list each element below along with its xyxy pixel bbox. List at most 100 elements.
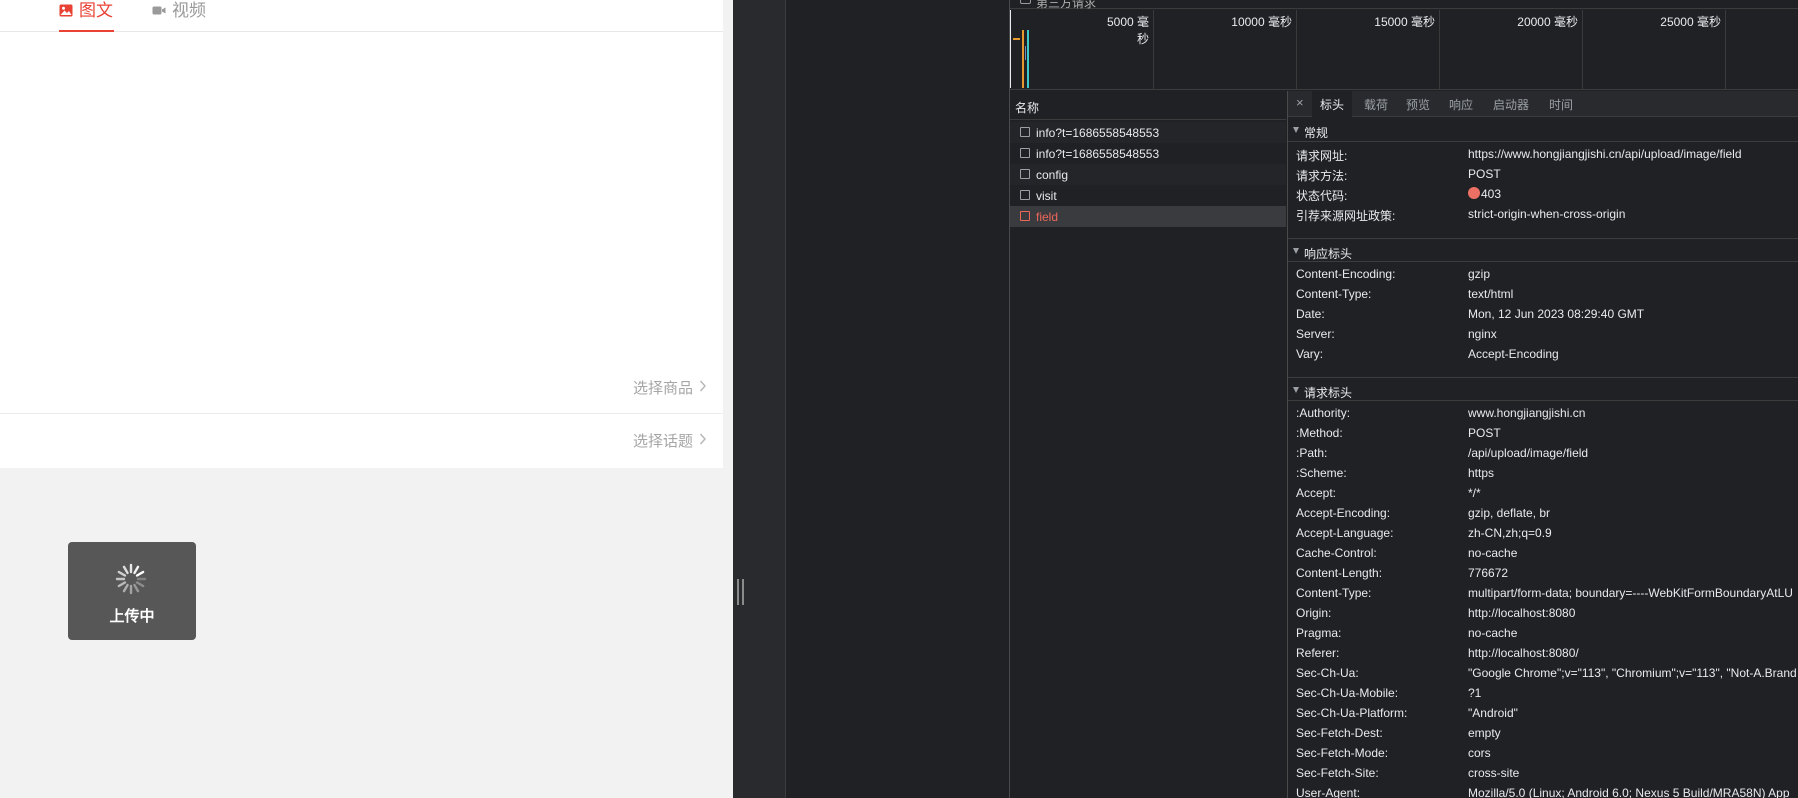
header-row: Accept-Language: zh-CN,zh;q=0.9 <box>1288 523 1798 543</box>
header-value[interactable]: gzip, deflate, br <box>1468 506 1550 520</box>
tab-image-text[interactable]: 图文 <box>59 0 114 32</box>
header-key: Origin: <box>1296 606 1332 620</box>
network-overview-timeline[interactable]: 第三方请求 5000 毫秒 10000 毫秒 15000 毫秒 20000 毫秒… <box>1010 0 1798 90</box>
third-party-label: 第三方请求 <box>1036 0 1097 10</box>
chevron-right-icon <box>699 433 706 445</box>
tab-headers[interactable]: 标头 <box>1312 91 1353 117</box>
section-title: 请求标头 <box>1304 386 1353 400</box>
header-row: 状态代码: 403 <box>1288 184 1798 204</box>
header-value[interactable]: cors <box>1468 746 1491 760</box>
header-value[interactable]: gzip <box>1468 267 1490 281</box>
header-value[interactable]: http://localhost:8080 <box>1468 606 1575 620</box>
header-value[interactable]: multipart/form-data; boundary=----WebKit… <box>1468 586 1793 600</box>
status-error-icon <box>1468 187 1480 199</box>
tab-timing[interactable]: 时间 <box>1541 91 1581 117</box>
header-value[interactable]: /api/upload/image/field <box>1468 446 1588 460</box>
header-value[interactable]: https <box>1468 466 1494 480</box>
header-value[interactable]: strict-origin-when-cross-origin <box>1468 207 1625 221</box>
header-row: Accept: */* <box>1288 483 1798 503</box>
header-row: :Path: /api/upload/image/field <box>1288 443 1798 463</box>
header-value[interactable]: */* <box>1468 486 1481 500</box>
tab-video[interactable]: 视频 <box>152 0 206 32</box>
header-value[interactable]: www.hongjiangjishi.cn <box>1468 406 1585 420</box>
header-row: Vary: Accept-Encoding <box>1288 344 1798 364</box>
header-value[interactable]: empty <box>1468 726 1501 740</box>
detail-tabs: × 标头 载荷 预览 响应 启动器 时间 <box>1288 91 1798 117</box>
header-value[interactable]: POST <box>1468 426 1501 440</box>
header-row: Content-Type: text/html <box>1288 284 1798 304</box>
header-value[interactable]: 403 <box>1468 187 1501 201</box>
header-value[interactable]: Accept-Encoding <box>1468 347 1559 361</box>
select-goods-row[interactable]: 选择商品 <box>0 362 723 414</box>
header-value[interactable]: Mozilla/5.0 (Linux; Android 6.0; Nexus 5… <box>1468 786 1790 798</box>
request-list: 名称 info?t=1686558548553 info?t=1686558548… <box>1010 91 1286 798</box>
header-key: Vary: <box>1296 347 1324 361</box>
request-row[interactable]: info?t=1686558548553 <box>1010 143 1286 164</box>
request-list-header[interactable]: 名称 <box>1010 91 1286 120</box>
timeline-gridline <box>1296 10 1297 90</box>
request-checkbox[interactable] <box>1020 169 1030 179</box>
select-goods-label: 选择商品 <box>632 380 693 397</box>
header-value[interactable]: Mon, 12 Jun 2023 08:29:40 GMT <box>1468 307 1644 321</box>
triangle-down-icon <box>1293 387 1299 393</box>
header-value[interactable]: no-cache <box>1468 546 1517 560</box>
header-value[interactable]: 776672 <box>1468 566 1508 580</box>
header-key: 请求网址: <box>1296 149 1348 163</box>
header-value[interactable]: "Google Chrome";v="113", "Chromium";v="1… <box>1468 666 1797 680</box>
request-row[interactable]: visit <box>1010 185 1286 206</box>
header-key: :Method: <box>1296 426 1343 440</box>
header-value[interactable]: POST <box>1468 167 1501 181</box>
content-type-tabs: 图文 视频 <box>0 0 723 32</box>
header-value[interactable]: zh-CN,zh;q=0.9 <box>1468 526 1552 540</box>
tab-payload[interactable]: 载荷 <box>1356 91 1396 117</box>
header-value[interactable]: text/html <box>1468 287 1513 301</box>
header-value[interactable]: cross-site <box>1468 766 1519 780</box>
header-value[interactable]: nginx <box>1468 327 1497 341</box>
timeline-tick-label: 15000 毫秒 <box>1374 15 1435 29</box>
header-key: Sec-Fetch-Dest: <box>1296 726 1383 740</box>
header-row: Sec-Ch-Ua-Mobile: ?1 <box>1288 683 1798 703</box>
request-row[interactable]: info?t=1686558548553 <box>1010 122 1286 143</box>
timeline-gridline <box>1153 10 1154 90</box>
header-key: 请求方法: <box>1296 169 1348 183</box>
header-value[interactable]: ?1 <box>1468 686 1481 700</box>
select-topic-row[interactable]: 选择话题 <box>0 415 723 467</box>
tab-preview[interactable]: 预览 <box>1398 91 1438 117</box>
request-checkbox[interactable] <box>1020 190 1030 200</box>
header-value[interactable]: "Android" <box>1468 706 1518 720</box>
header-row: Content-Length: 776672 <box>1288 563 1798 583</box>
close-icon[interactable]: × <box>1296 95 1304 110</box>
header-key: :Path: <box>1296 446 1328 460</box>
request-name: info?t=1686558548553 <box>1036 126 1160 140</box>
request-row[interactable]: config <box>1010 164 1286 185</box>
tab-response[interactable]: 响应 <box>1441 91 1481 117</box>
timeline-tick-label: 20000 毫秒 <box>1517 15 1578 29</box>
header-value[interactable]: https://www.hongjiangjishi.cn/api/upload… <box>1468 147 1742 161</box>
request-checkbox[interactable] <box>1020 148 1030 158</box>
tab-image-text-label: 图文 <box>79 1 113 20</box>
tab-initiator[interactable]: 启动器 <box>1485 91 1537 117</box>
timeline-bar <box>1025 46 1026 60</box>
post-editor-card: 图文 视频 选择商品 选择话题 <box>0 0 723 468</box>
header-value[interactable]: no-cache <box>1468 626 1517 640</box>
header-row: :Scheme: https <box>1288 463 1798 483</box>
header-key: Accept-Language: <box>1296 526 1394 540</box>
divider <box>785 0 786 798</box>
timeline-tick-label: 25000 毫秒 <box>1660 15 1721 29</box>
general-section-header[interactable]: 常规 <box>1288 118 1798 142</box>
third-party-checkbox[interactable] <box>1020 0 1031 4</box>
request-checkbox[interactable] <box>1020 211 1030 221</box>
header-value[interactable]: http://localhost:8080/ <box>1468 646 1579 660</box>
tab-video-label: 视频 <box>172 1 206 20</box>
request-headers-section-header[interactable]: 请求标头 <box>1288 377 1798 401</box>
header-row: :Authority: www.hongjiangjishi.cn <box>1288 403 1798 423</box>
resize-handle[interactable] <box>737 579 745 605</box>
request-checkbox[interactable] <box>1020 127 1030 137</box>
header-key: 状态代码: <box>1296 189 1348 203</box>
request-row[interactable]: field <box>1010 206 1286 227</box>
header-key: Sec-Ch-Ua: <box>1296 666 1359 680</box>
header-row: Pragma: no-cache <box>1288 623 1798 643</box>
header-key: Accept: <box>1296 486 1337 500</box>
request-detail-panel: × 标头 载荷 预览 响应 启动器 时间 常规请求网址: https://www.… <box>1287 91 1798 798</box>
response-headers-section-header[interactable]: 响应标头 <box>1288 238 1798 262</box>
